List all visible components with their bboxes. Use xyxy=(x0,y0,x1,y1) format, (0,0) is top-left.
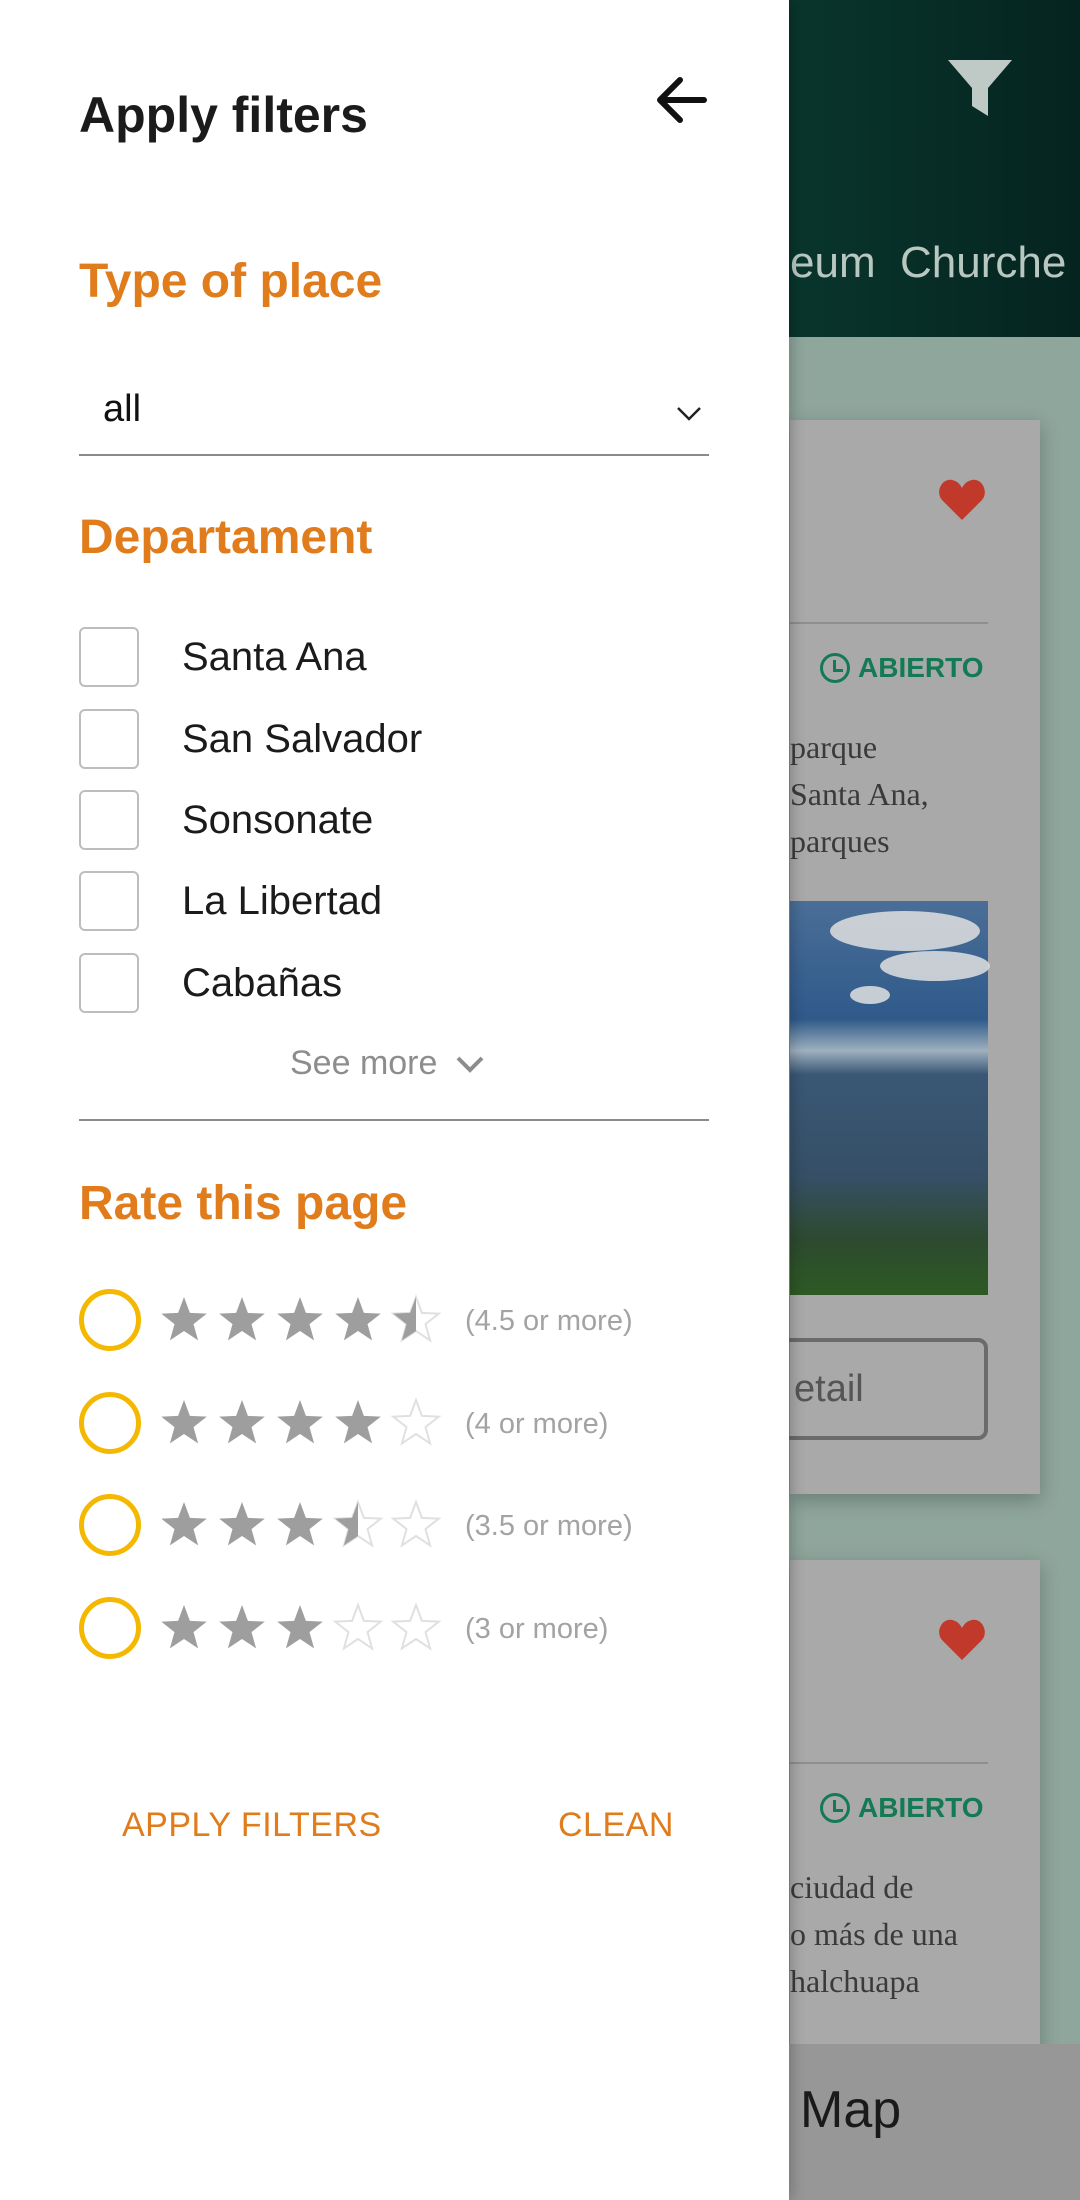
department-item[interactable]: Santa Ana xyxy=(79,627,709,689)
star-icon xyxy=(162,1297,207,1341)
chevron-down-icon xyxy=(677,407,701,421)
department-label: La Libertad xyxy=(182,879,383,923)
department-item[interactable]: Sonsonate xyxy=(79,790,709,852)
see-more-button[interactable]: See more xyxy=(290,1044,485,1083)
star-icon xyxy=(219,1605,265,1649)
star-icon xyxy=(277,1400,323,1444)
star-icon xyxy=(390,1602,442,1651)
card-divider xyxy=(790,1762,988,1764)
department-label: Cabañas xyxy=(182,961,343,1005)
department-item[interactable]: Cabañas xyxy=(79,953,709,1015)
apply-filters-button[interactable]: APPLY FILTERS xyxy=(122,1806,382,1845)
star-icon xyxy=(162,1605,207,1649)
rating-option[interactable]: (4 or more) xyxy=(79,1392,679,1454)
radio-button[interactable] xyxy=(79,1392,141,1454)
place-photo xyxy=(790,901,990,1295)
drawer-title: Apply filters xyxy=(79,87,368,143)
rating-label: (4.5 or more) xyxy=(465,1305,633,1337)
star-icon xyxy=(390,1397,442,1446)
clock-icon xyxy=(820,653,850,683)
star-icon xyxy=(162,1400,207,1444)
place-description: ciudad de o más de una halchuapa xyxy=(790,1869,958,1999)
radio-button[interactable] xyxy=(79,1494,141,1556)
filter-icon[interactable] xyxy=(946,58,1014,118)
filter-drawer: Apply filters Type of place all Departam… xyxy=(0,0,789,2200)
star-rating xyxy=(162,1397,442,1446)
department-item[interactable]: San Salvador xyxy=(79,709,709,771)
star-icon xyxy=(277,1502,323,1546)
star-icon xyxy=(277,1605,323,1649)
tab-museum[interactable]: eum xyxy=(790,238,876,288)
rating-option[interactable]: (3.5 or more) xyxy=(79,1494,679,1556)
star-icon xyxy=(390,1499,442,1548)
star-rating xyxy=(162,1499,442,1548)
star-rating xyxy=(162,1602,442,1651)
department-label: Sonsonate xyxy=(182,798,374,842)
place-card: ABIERTO ciudad de o más de una halchuapa xyxy=(790,1560,1040,2060)
place-card: ABIERTO parque Santa Ana, parques etail xyxy=(750,420,1040,1494)
star-icon xyxy=(332,1602,384,1651)
department-item[interactable]: La Libertad xyxy=(79,871,709,933)
checkbox[interactable] xyxy=(79,953,139,1013)
checkbox[interactable] xyxy=(79,709,139,769)
checkbox[interactable] xyxy=(79,871,139,931)
star-icon xyxy=(335,1400,381,1444)
heart-icon[interactable] xyxy=(938,1618,986,1662)
star-icon xyxy=(162,1502,207,1546)
tab-churches[interactable]: Churche xyxy=(900,238,1066,288)
status-label: ABIERTO xyxy=(858,1792,984,1823)
rating-option[interactable]: (4.5 or more) xyxy=(79,1289,679,1351)
select-value: all xyxy=(103,388,142,430)
rating-label: (4 or more) xyxy=(465,1408,609,1440)
rating-option[interactable]: (3 or more) xyxy=(79,1597,679,1659)
radio-button[interactable] xyxy=(79,1289,141,1351)
heart-icon[interactable] xyxy=(938,478,986,522)
rating-label: (3.5 or more) xyxy=(465,1510,633,1542)
card-divider xyxy=(790,622,988,624)
status-badge: ABIERTO xyxy=(820,1792,984,1824)
star-rating xyxy=(162,1294,442,1343)
department-label: Santa Ana xyxy=(182,635,367,679)
checkbox[interactable] xyxy=(79,790,139,850)
clean-button[interactable]: CLEAN xyxy=(558,1806,674,1845)
see-more-label: See more xyxy=(290,1044,438,1082)
radio-button[interactable] xyxy=(79,1597,141,1659)
rating-section-title: Rate this page xyxy=(79,1177,408,1230)
star-icon xyxy=(219,1502,265,1546)
clock-icon xyxy=(820,1793,850,1823)
status-label: ABIERTO xyxy=(858,652,984,683)
status-badge: ABIERTO xyxy=(820,652,984,684)
arrow-left-icon[interactable] xyxy=(656,76,708,124)
department-label: San Salvador xyxy=(182,717,423,761)
map-label[interactable]: Map xyxy=(800,2080,901,2140)
star-icon xyxy=(219,1297,265,1341)
type-of-place-select[interactable]: all xyxy=(79,380,709,456)
star-icon xyxy=(277,1297,323,1341)
type-section-title: Type of place xyxy=(79,255,383,308)
rating-label: (3 or more) xyxy=(465,1613,609,1645)
star-icon xyxy=(335,1297,381,1341)
department-section-title: Departament xyxy=(79,511,373,564)
place-description: parque Santa Ana, parques xyxy=(790,729,929,859)
checkbox[interactable] xyxy=(79,627,139,687)
section-divider xyxy=(79,1119,709,1121)
star-icon xyxy=(219,1400,265,1444)
chevron-down-icon xyxy=(456,1056,484,1073)
